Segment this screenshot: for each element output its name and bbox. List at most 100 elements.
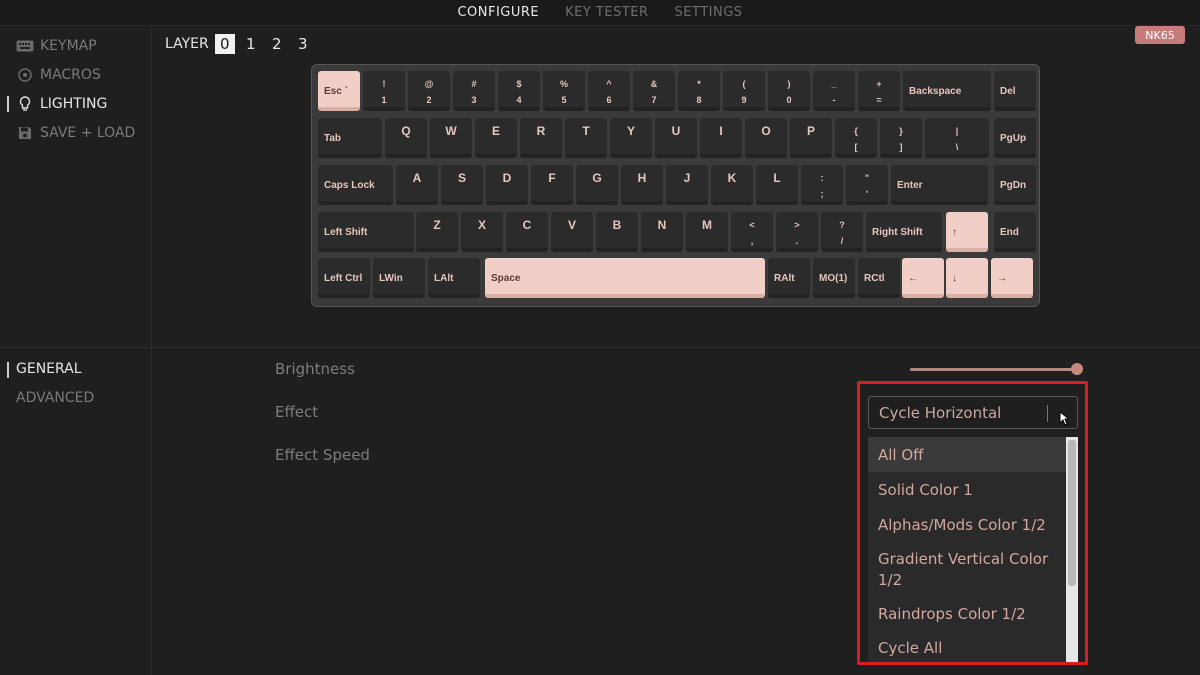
key-u[interactable]: U (655, 118, 697, 158)
key-x[interactable]: X (461, 212, 503, 252)
tab-configure[interactable]: CONFIGURE (457, 5, 539, 20)
dropdown-option-raindrops[interactable]: Raindrops Color 1/2 (868, 604, 1066, 625)
key-r[interactable]: R (520, 118, 562, 158)
bulb-icon (16, 96, 34, 112)
key-row1-2[interactable]: @2 (408, 71, 450, 111)
key-b[interactable]: B (596, 212, 638, 252)
dropdown-option-cycle-all[interactable]: Cycle All (868, 638, 1066, 659)
select-separator (1047, 405, 1048, 422)
key-f[interactable]: F (531, 165, 573, 205)
key-esc[interactable]: Esc ` (318, 71, 360, 111)
key-k[interactable]: K (711, 165, 753, 205)
key-o[interactable]: O (745, 118, 787, 158)
key-l[interactable]: L (756, 165, 798, 205)
key-j[interactable]: J (666, 165, 708, 205)
key-lalt[interactable]: LAlt (428, 258, 480, 298)
key-caps-lock[interactable]: Caps Lock (318, 165, 393, 205)
key-y[interactable]: Y (610, 118, 652, 158)
tab-key-tester[interactable]: KEY TESTER (565, 5, 648, 20)
key-w[interactable]: W (430, 118, 472, 158)
sidebar-item-lighting[interactable]: LIGHTING (6, 94, 108, 114)
layer-0-button[interactable]: 0 (214, 34, 235, 54)
key-q[interactable]: Q (385, 118, 427, 158)
key-end[interactable]: End (994, 212, 1036, 252)
key-row1-7[interactable]: & 7 (633, 71, 675, 111)
key-del[interactable]: Del (994, 71, 1036, 111)
key-pgup[interactable]: PgUp (994, 118, 1036, 158)
dropdown-option-gradient-vertical[interactable]: Gradient Vertical Color 1/2 (868, 549, 1066, 591)
key-row1-10[interactable]: ) 0 (768, 71, 810, 111)
key-row1-12[interactable]: + = (858, 71, 900, 111)
key-backspace[interactable]: Backspace (903, 71, 991, 111)
key-d[interactable]: D (486, 165, 528, 205)
sidebar-item-save-load[interactable]: SAVE + LOAD (16, 123, 135, 143)
dropdown-option-solid-color[interactable]: Solid Color 1 (868, 480, 1066, 501)
key-lwin[interactable]: LWin (373, 258, 425, 298)
key-row1-6[interactable]: ^ 6 (588, 71, 630, 111)
key-row1-3[interactable]: #3 (453, 71, 495, 111)
sidebar-item-keymap[interactable]: KEYMAP (16, 36, 97, 56)
key-enter[interactable]: Enter (891, 165, 988, 205)
key-row4-10[interactable]: ? / (821, 212, 863, 252)
dropdown-option-alphas-mods[interactable]: Alphas/Mods Color 1/2 (868, 515, 1066, 536)
key-ralt[interactable]: RAlt (768, 258, 810, 298)
key--[interactable]: ← (902, 258, 944, 298)
key--[interactable]: ↓ (946, 258, 988, 298)
key-row1-9[interactable]: (9 (723, 71, 765, 111)
brightness-slider-track[interactable] (910, 368, 1078, 371)
key-mo-1-[interactable]: MO(1) (813, 258, 855, 298)
key-left-shift[interactable]: Left Shift (318, 212, 414, 252)
key-c[interactable]: C (506, 212, 548, 252)
key-s[interactable]: S (441, 165, 483, 205)
key-rctl[interactable]: RCtl (858, 258, 900, 298)
key-row1-8[interactable]: * 8 (678, 71, 720, 111)
key-row1-11[interactable]: _ - (813, 71, 855, 111)
key-row4-9[interactable]: >. (776, 212, 818, 252)
key-i[interactable]: I (700, 118, 742, 158)
effect-select[interactable]: Cycle Horizontal (868, 396, 1078, 429)
key-e[interactable]: E (475, 118, 517, 158)
sidebar-item-label: SAVE + LOAD (40, 125, 136, 141)
sidebar-item-macros[interactable]: MACROS (16, 65, 101, 85)
key-row1-5[interactable]: % 5 (543, 71, 585, 111)
key--[interactable]: ↑ (946, 212, 988, 252)
key-pgdn[interactable]: PgDn (994, 165, 1036, 205)
lighting-submenu: GENERAL ADVANCED (0, 348, 152, 675)
key-row2-13[interactable]: | \ (925, 118, 989, 158)
sidebar-item-label: MACROS (40, 67, 101, 83)
effect-label: Effect (275, 403, 319, 421)
key-row4-8[interactable]: <, (731, 212, 773, 252)
key-row1-1[interactable]: ! 1 (363, 71, 405, 111)
tab-settings[interactable]: SETTINGS (675, 5, 743, 20)
key-row1-4[interactable]: $4 (498, 71, 540, 111)
key-m[interactable]: M (686, 212, 728, 252)
key-h[interactable]: H (621, 165, 663, 205)
dropdown-scrollbar-thumb[interactable] (1068, 440, 1076, 586)
key--[interactable]: → (991, 258, 1033, 298)
subnav-advanced[interactable]: ADVANCED (16, 390, 94, 406)
key-v[interactable]: V (551, 212, 593, 252)
floppy-icon (16, 125, 34, 141)
layer-1-button[interactable]: 1 (241, 34, 261, 54)
brightness-slider-thumb[interactable] (1071, 363, 1083, 375)
layer-3-button[interactable]: 3 (293, 34, 313, 54)
key-row3-10[interactable]: :; (801, 165, 843, 205)
key-tab[interactable]: Tab (318, 118, 382, 158)
key-row2-11[interactable]: {[ (835, 118, 877, 158)
key-space[interactable]: Space (485, 258, 765, 298)
key-p[interactable]: P (790, 118, 832, 158)
key-left-ctrl[interactable]: Left Ctrl (318, 258, 370, 298)
effect-speed-label: Effect Speed (275, 446, 370, 464)
key-z[interactable]: Z (416, 212, 458, 252)
key-row2-12[interactable]: }] (880, 118, 922, 158)
key-n[interactable]: N (641, 212, 683, 252)
dropdown-option-all-off[interactable]: All Off (868, 437, 1066, 472)
key-t[interactable]: T (565, 118, 607, 158)
layer-2-button[interactable]: 2 (267, 34, 287, 54)
key-row3-11[interactable]: " ' (846, 165, 888, 205)
key-a[interactable]: A (396, 165, 438, 205)
key-g[interactable]: G (576, 165, 618, 205)
key-right-shift[interactable]: Right Shift (866, 212, 942, 252)
sidebar-item-label: LIGHTING (40, 96, 108, 112)
subnav-general[interactable]: GENERAL (7, 361, 82, 378)
